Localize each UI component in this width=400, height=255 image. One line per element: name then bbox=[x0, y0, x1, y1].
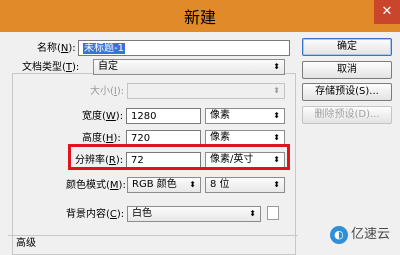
doc-type-value: 自定 bbox=[98, 61, 118, 72]
doc-type-select[interactable]: 自定 ⬍ bbox=[93, 59, 285, 75]
ok-label: 确定 bbox=[337, 41, 357, 52]
save-preset-label: 存储预设(S)... bbox=[315, 86, 379, 97]
dialog-title: 新建 bbox=[183, 8, 216, 27]
color-mode-label: 颜色模式(M): bbox=[66, 180, 126, 191]
width-unit-value: 像素 bbox=[210, 110, 230, 121]
width-unit-select[interactable]: 像素 ⬍ bbox=[205, 108, 285, 124]
resolution-highlight bbox=[68, 144, 290, 170]
yisu-logo-icon: ◐ bbox=[329, 225, 348, 244]
size-label: 大小(I): bbox=[90, 86, 125, 97]
ok-button[interactable]: 确定 bbox=[302, 38, 392, 56]
background-value: 白色 bbox=[132, 208, 152, 219]
save-preset-button[interactable]: 存储预设(S)... bbox=[302, 83, 392, 101]
dialog-body: 名称(N): 未标题-1 文档类型(T): 自定 ⬍ 大小(I): ⬍ 宽度(W… bbox=[0, 32, 400, 255]
height-unit-value: 像素 bbox=[210, 132, 230, 143]
close-button[interactable]: ✕ bbox=[374, 0, 400, 24]
doc-type-label: 文档类型(T): bbox=[22, 62, 80, 73]
background-color-swatch[interactable] bbox=[267, 206, 279, 220]
size-select: ⬍ bbox=[127, 83, 285, 99]
advanced-divider bbox=[8, 235, 298, 236]
name-value: 未标题-1 bbox=[83, 43, 125, 54]
bit-depth-select[interactable]: 8 位 ⬍ bbox=[205, 177, 285, 193]
chevron-updown-icon: ⬍ bbox=[273, 180, 280, 189]
chevron-updown-icon: ⬍ bbox=[249, 209, 256, 218]
chevron-updown-icon: ⬍ bbox=[273, 62, 280, 71]
width-input[interactable]: 1280 bbox=[126, 108, 201, 124]
chevron-updown-icon: ⬍ bbox=[273, 86, 280, 95]
title-bar[interactable]: 新建 ✕ bbox=[0, 0, 400, 33]
color-mode-value: RGB 颜色 bbox=[132, 179, 177, 190]
color-mode-select[interactable]: RGB 颜色 ⬍ bbox=[127, 177, 201, 193]
background-label: 背景内容(C): bbox=[66, 209, 125, 220]
watermark: ◐ 亿速云 bbox=[329, 224, 390, 246]
width-label: 宽度(W): bbox=[82, 111, 124, 122]
close-icon: ✕ bbox=[381, 4, 393, 19]
advanced-label: 高级 bbox=[16, 238, 36, 249]
chevron-updown-icon: ⬍ bbox=[273, 133, 280, 142]
watermark-text: 亿速云 bbox=[350, 227, 390, 242]
delete-preset-button: 删除预设(D)... bbox=[302, 106, 392, 124]
chevron-updown-icon: ⬍ bbox=[273, 111, 280, 120]
name-input[interactable]: 未标题-1 bbox=[78, 40, 290, 56]
height-value: 720 bbox=[131, 133, 151, 144]
chevron-updown-icon: ⬍ bbox=[189, 180, 196, 189]
width-value: 1280 bbox=[131, 111, 157, 122]
background-select[interactable]: 白色 ⬍ bbox=[127, 206, 261, 222]
name-label: 名称(N): bbox=[37, 43, 76, 54]
bit-depth-value: 8 位 bbox=[210, 179, 230, 190]
cancel-button[interactable]: 取消 bbox=[302, 61, 392, 79]
delete-preset-label: 删除预设(D)... bbox=[314, 109, 380, 120]
cancel-label: 取消 bbox=[337, 64, 357, 75]
